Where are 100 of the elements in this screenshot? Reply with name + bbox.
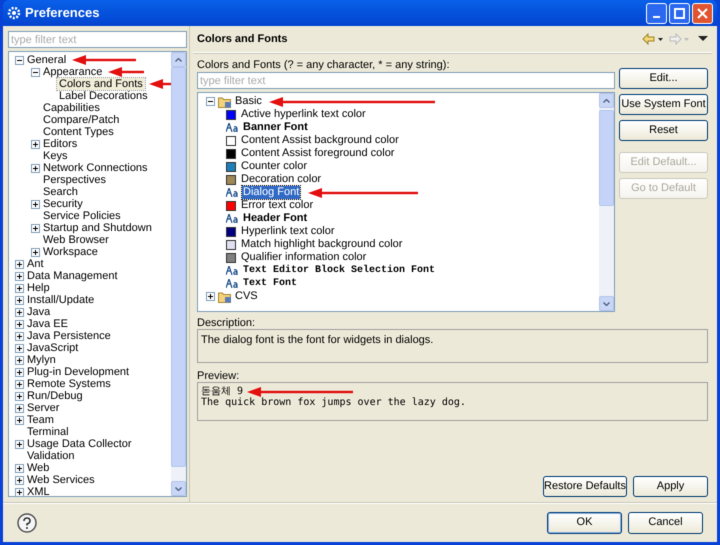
side-button[interactable]: Edit... [619, 68, 708, 89]
expand-icon[interactable] [14, 308, 24, 316]
expand-icon[interactable] [14, 260, 24, 268]
expand-icon[interactable] [14, 332, 24, 340]
tree-item[interactable]: Keys [41, 150, 70, 162]
tree-item[interactable]: Search [41, 186, 80, 198]
preference-item[interactable]: Content Assist foreground color [240, 147, 396, 160]
preference-item[interactable]: Text Editor Block Selection Font [242, 264, 436, 277]
tree-item[interactable]: Network Connections [41, 162, 150, 174]
preference-item[interactable]: Banner Font [242, 121, 309, 134]
scrollbar[interactable] [599, 93, 614, 311]
side-button[interactable]: Reset [619, 120, 708, 141]
tree-item[interactable]: Editors [41, 138, 80, 150]
scroll-down-icon[interactable] [603, 302, 610, 306]
expand-icon[interactable] [14, 356, 24, 364]
expand-icon[interactable] [14, 464, 24, 472]
tree-item[interactable]: Usage Data Collector [25, 438, 134, 450]
collapse-icon[interactable] [14, 56, 24, 64]
expand-icon[interactable] [30, 164, 40, 172]
collapse-icon[interactable] [206, 97, 215, 106]
filter-field[interactable]: type filter text [8, 31, 187, 48]
tree-item[interactable]: Plug-in Development [25, 366, 132, 378]
scroll-up-icon[interactable] [603, 98, 610, 102]
category-item[interactable]: Basic [235, 95, 262, 108]
expand-icon[interactable] [14, 392, 24, 400]
tree-item[interactable]: Perspectives [41, 174, 108, 186]
preference-item[interactable]: Match highlight background color [240, 238, 404, 251]
scrollbar[interactable] [171, 52, 186, 496]
page-button[interactable]: Apply [633, 476, 708, 497]
tree-item[interactable]: Java [25, 306, 52, 318]
preference-item[interactable]: Dialog Font [242, 186, 300, 199]
tree-item[interactable]: Java EE [25, 318, 70, 330]
tree-item[interactable]: Web [25, 462, 52, 474]
tree-item[interactable]: Help [25, 282, 52, 294]
preference-item[interactable]: Content Assist background color [240, 134, 400, 147]
preference-item[interactable]: Decoration color [240, 173, 322, 186]
tree-item[interactable]: Appearance [41, 66, 104, 78]
maximize-button[interactable] [669, 2, 690, 24]
tree-item[interactable]: Content Types [41, 126, 116, 138]
tree-item[interactable]: Web Browser [41, 234, 111, 246]
page-button[interactable]: Restore Defaults [543, 476, 627, 497]
tree-item[interactable]: JavaScript [25, 342, 80, 354]
tree-item[interactable]: Compare/Patch [41, 114, 122, 126]
expand-icon[interactable] [206, 292, 215, 301]
preference-item[interactable]: Active hyperlink text color [240, 108, 367, 121]
tree-item[interactable]: Mylyn [25, 354, 58, 366]
category-item[interactable]: CVS [235, 290, 258, 303]
expand-icon[interactable] [14, 296, 24, 304]
expand-icon[interactable] [14, 344, 24, 352]
close-button[interactable] [692, 2, 713, 24]
tree-item[interactable]: Capabilities [41, 102, 102, 114]
tree-item[interactable]: Install/Update [25, 294, 96, 306]
expand-icon[interactable] [14, 476, 24, 484]
tree-item[interactable]: Run/Debug [25, 390, 85, 402]
tree-item[interactable]: Web Services [25, 474, 97, 486]
expand-icon[interactable] [14, 416, 24, 424]
tree-item[interactable]: Java Persistence [25, 330, 113, 342]
preference-item[interactable]: Counter color [240, 160, 308, 173]
tree-item[interactable]: Validation [25, 450, 76, 462]
preference-item[interactable]: Qualifier information color [240, 251, 368, 264]
minimize-button[interactable] [646, 2, 667, 24]
menu-icon[interactable] [698, 35, 708, 43]
side-button[interactable]: Use System Font [619, 94, 708, 115]
expand-icon[interactable] [14, 380, 24, 388]
expand-icon[interactable] [30, 248, 40, 256]
tree-item[interactable]: Startup and Shutdown [41, 222, 154, 234]
tree-item[interactable]: XML [25, 486, 52, 496]
tree-item[interactable]: Server [25, 402, 62, 414]
preference-item[interactable]: Error text color [240, 199, 314, 212]
tree-item[interactable]: Workspace [41, 246, 100, 258]
preference-item[interactable]: Hyperlink text color [240, 225, 336, 238]
expand-icon[interactable] [30, 140, 40, 148]
dialog-button[interactable]: Cancel [628, 512, 703, 534]
tree-item[interactable]: Service Policies [41, 210, 123, 222]
tree-item[interactable]: Remote Systems [25, 378, 113, 390]
help-icon[interactable] [17, 512, 37, 532]
tree-item[interactable]: Label Decorations [57, 90, 150, 102]
dialog-button[interactable]: OK [547, 512, 622, 534]
tree-item[interactable]: Data Management [25, 270, 120, 282]
tree-item[interactable]: Security [41, 198, 85, 210]
expand-icon[interactable] [14, 488, 24, 496]
tree-item[interactable]: Team [25, 414, 56, 426]
expand-icon[interactable] [14, 440, 24, 448]
expand-icon[interactable] [14, 368, 24, 376]
expand-icon[interactable] [30, 200, 40, 208]
filter-field[interactable]: type filter text [197, 72, 615, 89]
tree-item[interactable]: Ant [25, 258, 46, 270]
tree-item[interactable]: General [25, 54, 68, 66]
expand-icon[interactable] [14, 284, 24, 292]
scroll-down-icon[interactable] [175, 486, 182, 490]
expand-icon[interactable] [14, 320, 24, 328]
tree-item[interactable]: Colors and Fonts [57, 78, 145, 90]
back-icon[interactable] [642, 33, 664, 45]
tree-item[interactable]: Terminal [25, 426, 71, 438]
collapse-icon[interactable] [30, 68, 40, 76]
expand-icon[interactable] [14, 272, 24, 280]
preference-item[interactable]: Header Font [242, 212, 308, 225]
expand-icon[interactable] [30, 224, 40, 232]
scroll-up-icon[interactable] [175, 58, 182, 62]
expand-icon[interactable] [14, 404, 24, 412]
